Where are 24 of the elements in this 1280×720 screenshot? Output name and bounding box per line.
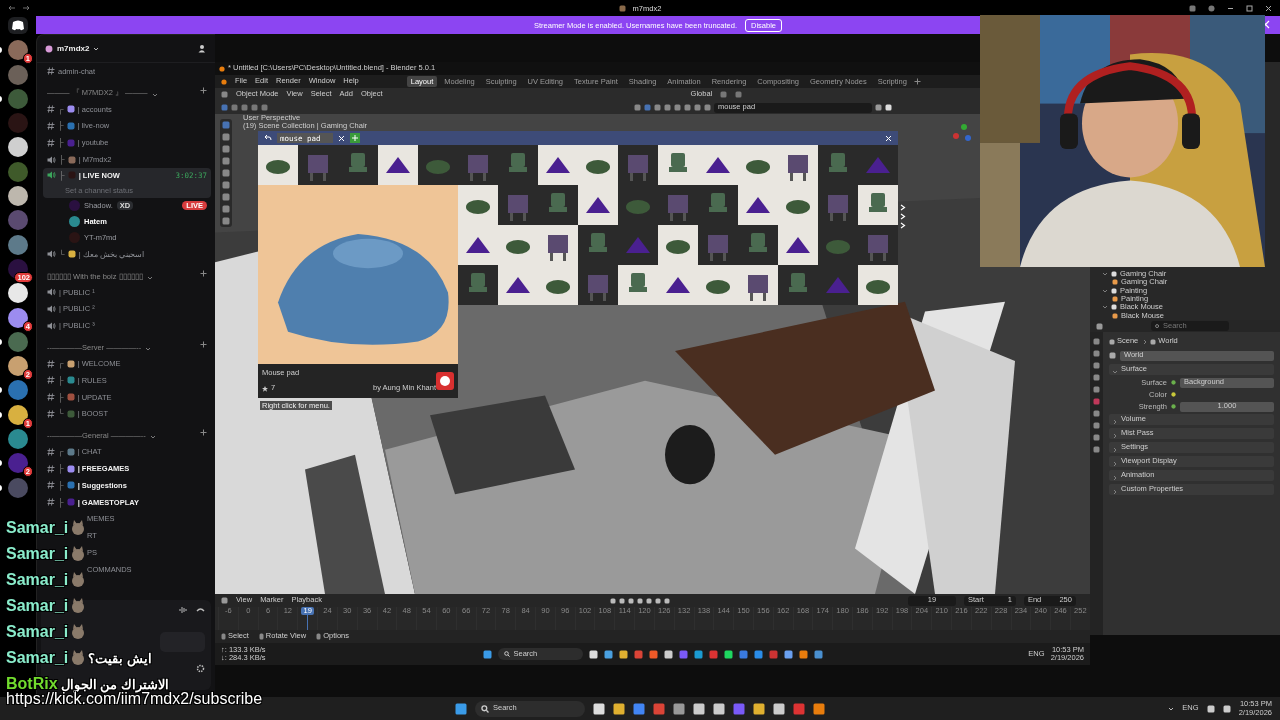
tree-line: ├ bbox=[59, 171, 65, 180]
chat-username: BotRix bbox=[6, 675, 58, 692]
chat-username: Samar_i bbox=[6, 519, 69, 537]
tree-line: ├ bbox=[58, 392, 64, 402]
tree-line: ┌ bbox=[58, 104, 64, 114]
tree-line: └ bbox=[58, 409, 64, 419]
tree-line: ├ bbox=[58, 464, 64, 474]
chat-username: Samar_i bbox=[6, 649, 69, 667]
server-name[interactable]: m7mdx2 bbox=[57, 44, 90, 53]
tree-line: └ bbox=[59, 249, 65, 259]
chat-username: Samar_i bbox=[6, 571, 69, 589]
tree-line: ├ bbox=[58, 480, 64, 490]
chat-message: ايش بقيت؟ bbox=[88, 650, 152, 666]
chat-username: Samar_i bbox=[6, 545, 69, 563]
chat-message: الاشتراك من الجوال bbox=[60, 676, 169, 692]
tree-line: ┌ bbox=[58, 359, 64, 369]
tree-line: ┌ bbox=[58, 447, 64, 457]
chat-username: Samar_i bbox=[6, 597, 69, 615]
chat-username: Samar_i bbox=[6, 623, 69, 641]
tree-line: ├ bbox=[58, 138, 64, 148]
tree-line: ├ bbox=[58, 121, 64, 131]
tree-line: ├ bbox=[58, 497, 64, 507]
tree-line: ├ bbox=[59, 155, 65, 165]
tree-line: ├ bbox=[58, 375, 64, 385]
